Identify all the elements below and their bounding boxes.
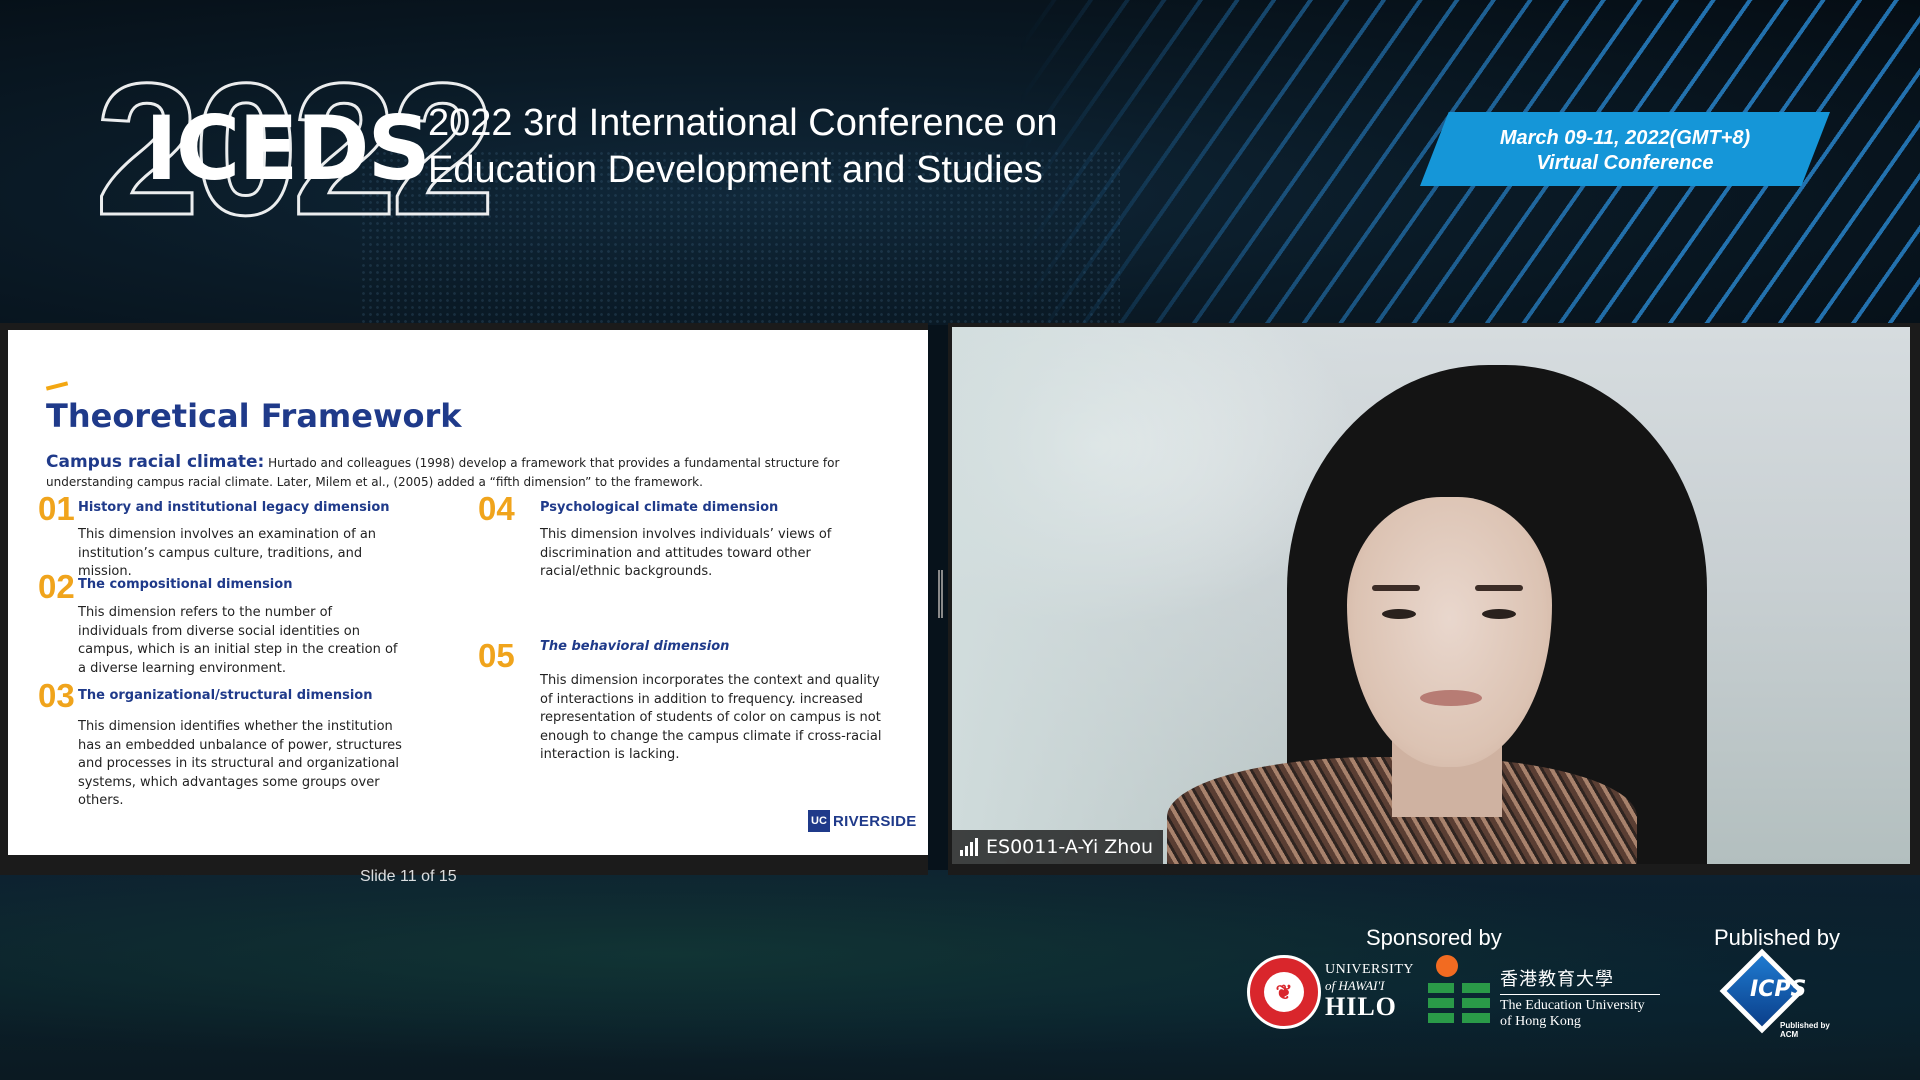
eduhk-logo-bar [1462, 998, 1490, 1008]
eduhk-logo-bar [1428, 983, 1454, 993]
eduhk-logo-bar [1428, 1013, 1454, 1023]
person-eye-left [1382, 609, 1416, 619]
riverside-logo-text: RIVERSIDE [833, 812, 917, 830]
eduhk-wordmark: 香港教育大學 The Education University of Hong … [1500, 965, 1660, 1030]
dimension-text: This dimension incorporates the context … [540, 673, 882, 762]
person-mouth [1420, 690, 1482, 706]
dimension-title: The organizational/structural dimension [78, 688, 373, 703]
dimension-number: 04 [478, 490, 515, 527]
dimension-title: Psychological climate dimension [540, 500, 779, 515]
icps-subtitle: Published by ACM [1780, 1021, 1830, 1039]
dimension-title: The compositional dimension [78, 577, 293, 592]
university-of-hawaii-seal: ❦ [1247, 955, 1321, 1029]
published-by-label: Published by [1714, 925, 1840, 950]
conference-title-line2: Education Development and Studies [428, 149, 1043, 191]
conference-title: 2022 3rd International Conference on Edu… [428, 100, 1058, 194]
uh-seal-emblem: ❦ [1264, 972, 1304, 1012]
dimension-title: The behavioral dimension [540, 639, 730, 654]
eduhk-chinese-name: 香港教育大學 [1500, 965, 1660, 995]
eduhk-logo-mark [1428, 955, 1493, 1027]
slide-intro: Campus racial climate: Hurtado and colle… [46, 453, 866, 492]
signal-bars-icon [960, 838, 978, 856]
participant-name: ES0011-A-Yi Zhou [986, 836, 1154, 858]
dimension-text: This dimension involves an examination o… [78, 527, 377, 579]
dimension-number: 01 [38, 490, 75, 527]
conference-brand: ICEDS [145, 97, 431, 200]
eduhk-english-name-line2: of Hong Kong [1500, 1014, 1581, 1029]
uh-line2: of HAWAI'I [1325, 978, 1385, 993]
dimension-title: History and institutional legacy dimensi… [78, 500, 390, 515]
dimension-text: This dimension refers to the number of i… [78, 605, 398, 676]
dimension-text: This dimension involves individuals’ vie… [540, 527, 832, 579]
conference-mode: Virtual Conference [1536, 152, 1714, 174]
participant-name-tag: ES0011-A-Yi Zhou [952, 830, 1164, 864]
participant-video[interactable] [952, 327, 1910, 864]
conference-title-line1: 2022 3rd International Conference on [428, 102, 1058, 144]
icps-logo: ICPS Published by ACM [1719, 948, 1848, 1039]
person-brow-right [1475, 585, 1523, 591]
presentation-slide[interactable]: Theoretical Framework Campus racial clim… [8, 330, 928, 855]
eduhk-logo-dot [1436, 955, 1458, 977]
dimension-number: 02 [38, 568, 75, 605]
uh-hilo-wordmark: UNIVERSITY of HAWAI'I HILO [1325, 963, 1417, 1020]
dimension-text: This dimension identifies whether the in… [78, 719, 402, 808]
slide-accent-mark [45, 381, 69, 391]
panel-resize-handle[interactable] [938, 570, 943, 618]
uh-line1: UNIVERSITY [1325, 962, 1414, 977]
person-eye-right [1482, 609, 1516, 619]
slide-intro-lead: Campus racial climate: [46, 452, 265, 472]
sponsored-by-label: Sponsored by [1366, 925, 1502, 950]
conference-date: March 09-11, 2022(GMT+8) [1499, 127, 1751, 149]
eduhk-logo-bar [1428, 998, 1454, 1008]
person-brow-left [1372, 585, 1420, 591]
date-banner-text: March 09-11, 2022(GMT+8) Virtual Confere… [1445, 126, 1805, 176]
dimension-number: 03 [38, 677, 75, 714]
icps-label: ICPS [1750, 977, 1807, 1002]
uc-riverside-logo: UC RIVERSIDE [808, 810, 917, 832]
dimension-number: 05 [478, 637, 515, 674]
slide-title: Theoretical Framework [46, 397, 462, 435]
slide-counter: Slide 11 of 15 [360, 868, 457, 885]
uc-logo-box: UC [808, 810, 830, 832]
eduhk-logo-bar [1462, 1013, 1490, 1023]
uh-line3: HILO [1325, 992, 1397, 1021]
eduhk-english-name-line1: The Education University [1500, 998, 1645, 1013]
eduhk-logo-bar [1462, 983, 1490, 993]
